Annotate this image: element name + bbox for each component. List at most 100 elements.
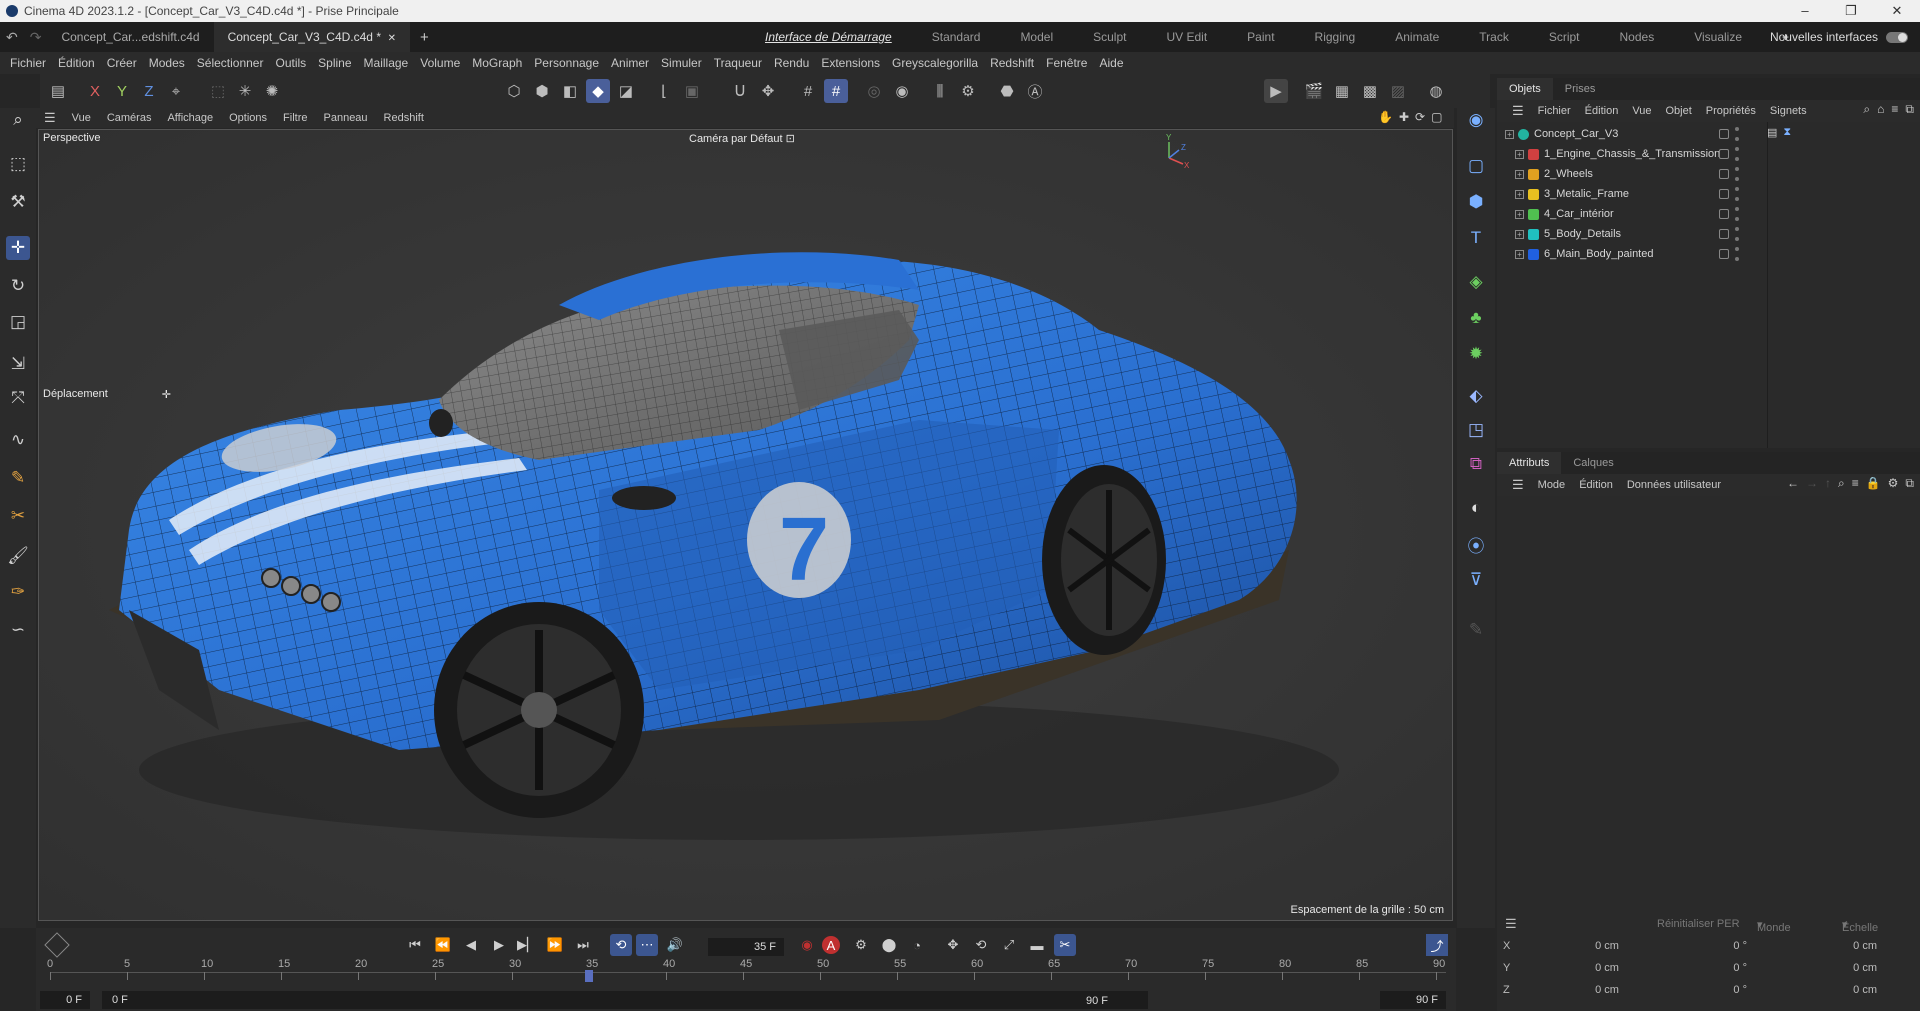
object-row[interactable]: +2_Wheels xyxy=(1497,164,1920,184)
viewport-menu-item-4[interactable]: Filtre xyxy=(275,112,315,124)
visibility-checkbox[interactable] xyxy=(1719,189,1729,199)
soft-selection-icon[interactable]: ✥ xyxy=(756,79,780,103)
menu-item-14[interactable]: Rendu xyxy=(768,56,815,70)
position-field[interactable]: 0 cm xyxy=(1567,962,1647,974)
menu-item-3[interactable]: Modes xyxy=(143,56,191,70)
reset-psr-button[interactable]: Réinitialiser PER xyxy=(1657,918,1740,930)
editor-render-dots-icon[interactable] xyxy=(1735,127,1739,141)
timeline-ruler[interactable]: 0 5 10 15 20 25 30 35 40 45 50 55 60 65 70 75 80 85 90 xyxy=(47,958,1446,990)
transform-tool-icon[interactable]: ⇲ xyxy=(6,352,30,376)
menu-item-7[interactable]: Maillage xyxy=(358,56,415,70)
size-field[interactable]: 0 cm xyxy=(1797,940,1877,952)
menu-item-1[interactable]: Édition xyxy=(52,56,101,70)
tab-layers[interactable]: Calques xyxy=(1561,457,1625,469)
position-key-icon[interactable]: ✥ xyxy=(942,934,964,956)
menu-item-8[interactable]: Volume xyxy=(414,56,466,70)
expand-icon[interactable]: + xyxy=(1515,169,1524,179)
editor-render-dots-icon[interactable] xyxy=(1735,247,1739,261)
text-object-icon[interactable]: T xyxy=(1464,226,1488,250)
selection-tools-icon[interactable]: ⚒ xyxy=(6,190,30,214)
viewport-menu-item-6[interactable]: Redshift xyxy=(376,112,432,124)
render-queue-icon[interactable]: ▨ xyxy=(1386,79,1410,103)
menu-item-9[interactable]: MoGraph xyxy=(466,56,528,70)
current-frame-field[interactable]: 35 F xyxy=(708,938,784,956)
layout-tab-1[interactable]: Standard xyxy=(912,30,1001,44)
layout-tab-5[interactable]: Paint xyxy=(1227,30,1294,44)
expand-icon[interactable]: + xyxy=(1515,249,1524,259)
menu-item-5[interactable]: Outils xyxy=(269,56,312,70)
keyframe-icon[interactable] xyxy=(44,932,70,958)
lasso-tool-icon[interactable]: ∿ xyxy=(6,428,30,452)
null-object-icon[interactable]: ◉ xyxy=(1464,108,1488,132)
placement-tool-icon[interactable]: ⤧ xyxy=(6,386,30,410)
undo-icon[interactable]: ↶ xyxy=(0,29,24,46)
point-level-key-icon[interactable]: ✂ xyxy=(1054,934,1076,956)
position-field[interactable]: 0 cm xyxy=(1567,984,1647,996)
menu-item-13[interactable]: Traqueur xyxy=(708,56,768,70)
objects-menu-item-0[interactable]: Fichier xyxy=(1531,105,1578,117)
tab-attributes[interactable]: Attributs xyxy=(1497,452,1562,474)
deformer-tool-icon[interactable]: ∽ xyxy=(6,618,30,642)
texture-mode-icon[interactable]: ▣ xyxy=(680,79,704,103)
new-tab-button[interactable]: + xyxy=(410,29,439,46)
render-view-icon[interactable]: ▶ xyxy=(1264,79,1288,103)
tab-takes[interactable]: Prises xyxy=(1553,83,1608,95)
previous-key-icon[interactable]: ⏪ xyxy=(432,934,454,956)
menu-item-16[interactable]: Greyscalegorilla xyxy=(886,56,984,70)
environment-icon[interactable]: ◐ xyxy=(1464,496,1488,520)
tab-document-2[interactable]: Concept_Car_V3_C4D.c4d * ✕ xyxy=(213,22,411,52)
viewport-menu-item-1[interactable]: Caméras xyxy=(99,112,160,124)
layout-tab-0[interactable]: Interface de Démarrage xyxy=(745,30,912,44)
menu-item-19[interactable]: Aide xyxy=(1093,56,1129,70)
editor-render-dots-icon[interactable] xyxy=(1735,227,1739,241)
layout-tab-9[interactable]: Script xyxy=(1529,30,1600,44)
go-to-start-icon[interactable]: ⏮ xyxy=(404,934,426,956)
objects-menu-item-1[interactable]: Édition xyxy=(1578,105,1626,117)
lock-x-button[interactable]: X xyxy=(83,79,107,103)
layout-tab-3[interactable]: Sculpt xyxy=(1073,30,1146,44)
mograph-icon[interactable]: ⧉ xyxy=(1464,452,1488,476)
render-settings-icon[interactable]: ▩ xyxy=(1358,79,1382,103)
layout-tab-10[interactable]: Nodes xyxy=(1600,30,1675,44)
parameter-key-icon[interactable]: ▬ xyxy=(1026,934,1048,956)
expand-icon[interactable]: + xyxy=(1515,149,1524,159)
hud-move-icon[interactable]: ✛ xyxy=(162,388,171,401)
sketch-icon[interactable]: ✎ xyxy=(1464,618,1488,642)
viewport-menu-icon[interactable]: ☰ xyxy=(36,110,64,126)
menu-item-0[interactable]: Fichier xyxy=(4,56,52,70)
gear-icon[interactable]: ✺ xyxy=(260,79,284,103)
generator-icon[interactable]: ◈ xyxy=(1464,270,1488,294)
zoom-icon[interactable]: ✚ xyxy=(1399,110,1409,124)
up-arrow-icon[interactable]: ↑ xyxy=(1825,476,1831,491)
editor-render-dots-icon[interactable] xyxy=(1735,167,1739,181)
start-frame-field[interactable]: 0 F xyxy=(40,991,90,1009)
viewport-menu-item-0[interactable]: Vue xyxy=(64,112,99,124)
maximize-button[interactable]: ❐ xyxy=(1828,0,1874,22)
workplane-icon[interactable]: ◎ xyxy=(862,79,886,103)
close-tab-icon[interactable]: ✕ xyxy=(388,33,396,44)
search-attributes-icon[interactable]: ⌕ xyxy=(1838,476,1845,491)
objects-menu-item-3[interactable]: Objet xyxy=(1658,105,1698,117)
search-objects-icon[interactable]: ⌕ xyxy=(1863,102,1870,117)
objects-menu-icon[interactable]: ☰ xyxy=(1505,103,1531,119)
coords-menu-icon[interactable]: ☰ xyxy=(1505,916,1517,932)
cube-icon[interactable]: ⬢ xyxy=(1464,190,1488,214)
forward-arrow-icon[interactable]: → xyxy=(1806,476,1818,491)
next-frame-icon[interactable]: ▶▏ xyxy=(516,934,538,956)
selection-filter-icon[interactable]: ⬚ xyxy=(206,79,230,103)
view-layout-icon[interactable]: ▢ xyxy=(1431,110,1442,124)
visibility-checkbox[interactable] xyxy=(1719,209,1729,219)
layout-tab-2[interactable]: Model xyxy=(1000,30,1073,44)
object-row[interactable]: +4_Car_intérior xyxy=(1497,204,1920,224)
visibility-checkbox[interactable] xyxy=(1719,169,1729,179)
visibility-checkbox[interactable] xyxy=(1719,149,1729,159)
rotation-field[interactable]: 0 ° xyxy=(1667,940,1747,952)
menu-item-6[interactable]: Spline xyxy=(312,56,357,70)
back-arrow-icon[interactable]: ← xyxy=(1787,476,1799,491)
new-attr-window-icon[interactable]: ⧉ xyxy=(1905,476,1914,491)
scale-tool-icon[interactable]: ◲ xyxy=(6,310,30,334)
sound-icon[interactable]: 🔊 xyxy=(664,934,686,956)
particles-icon[interactable]: ✳ xyxy=(233,79,257,103)
symmetry-icon[interactable]: ⫼ xyxy=(928,79,952,103)
size-field[interactable]: 0 cm xyxy=(1797,962,1877,974)
